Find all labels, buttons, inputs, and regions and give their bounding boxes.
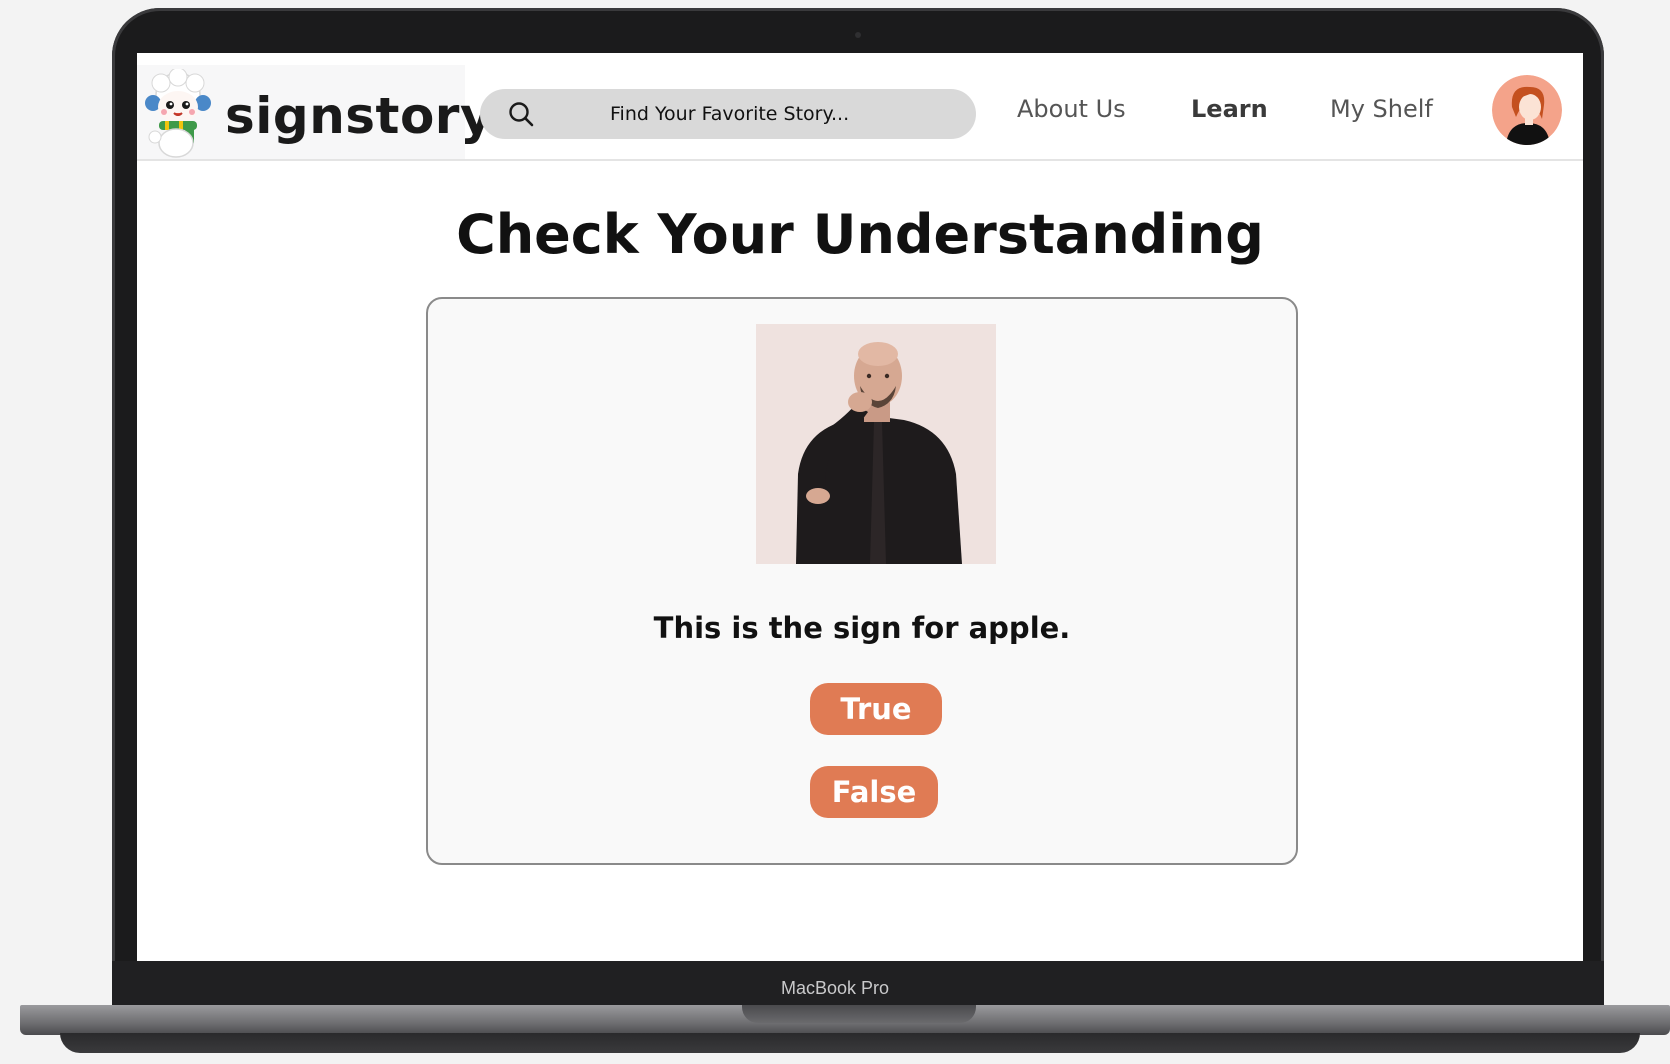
laptop-base-shadow [60, 1033, 1640, 1053]
logo[interactable]: signstory [137, 65, 493, 159]
sign-photo [756, 324, 996, 564]
page-title: Check Your Understanding [456, 203, 1264, 266]
user-avatar-icon[interactable] [1492, 75, 1562, 145]
navbar: signstory Find Your Favorite Story... Ab… [137, 53, 1583, 161]
brand-name: signstory [225, 87, 494, 145]
search-bar[interactable]: Find Your Favorite Story... [480, 89, 976, 139]
nav-learn[interactable]: Learn [1191, 95, 1268, 123]
nav-my-shelf[interactable]: My Shelf [1330, 95, 1433, 123]
quiz-card: This is the sign for apple. True False [426, 297, 1298, 865]
camera [855, 32, 861, 38]
false-button[interactable]: False [810, 766, 938, 818]
true-button[interactable]: True [810, 683, 942, 735]
device-label: MacBook Pro [780, 978, 890, 998]
laptop-notch [742, 1005, 976, 1023]
app-screen: signstory Find Your Favorite Story... Ab… [137, 53, 1583, 961]
search-icon[interactable] [506, 99, 536, 129]
nav-about-us[interactable]: About Us [1017, 95, 1126, 123]
question-text: This is the sign for apple. [653, 611, 1071, 645]
search-input[interactable]: Find Your Favorite Story... [610, 103, 849, 125]
mascot-logo-icon [145, 69, 211, 158]
